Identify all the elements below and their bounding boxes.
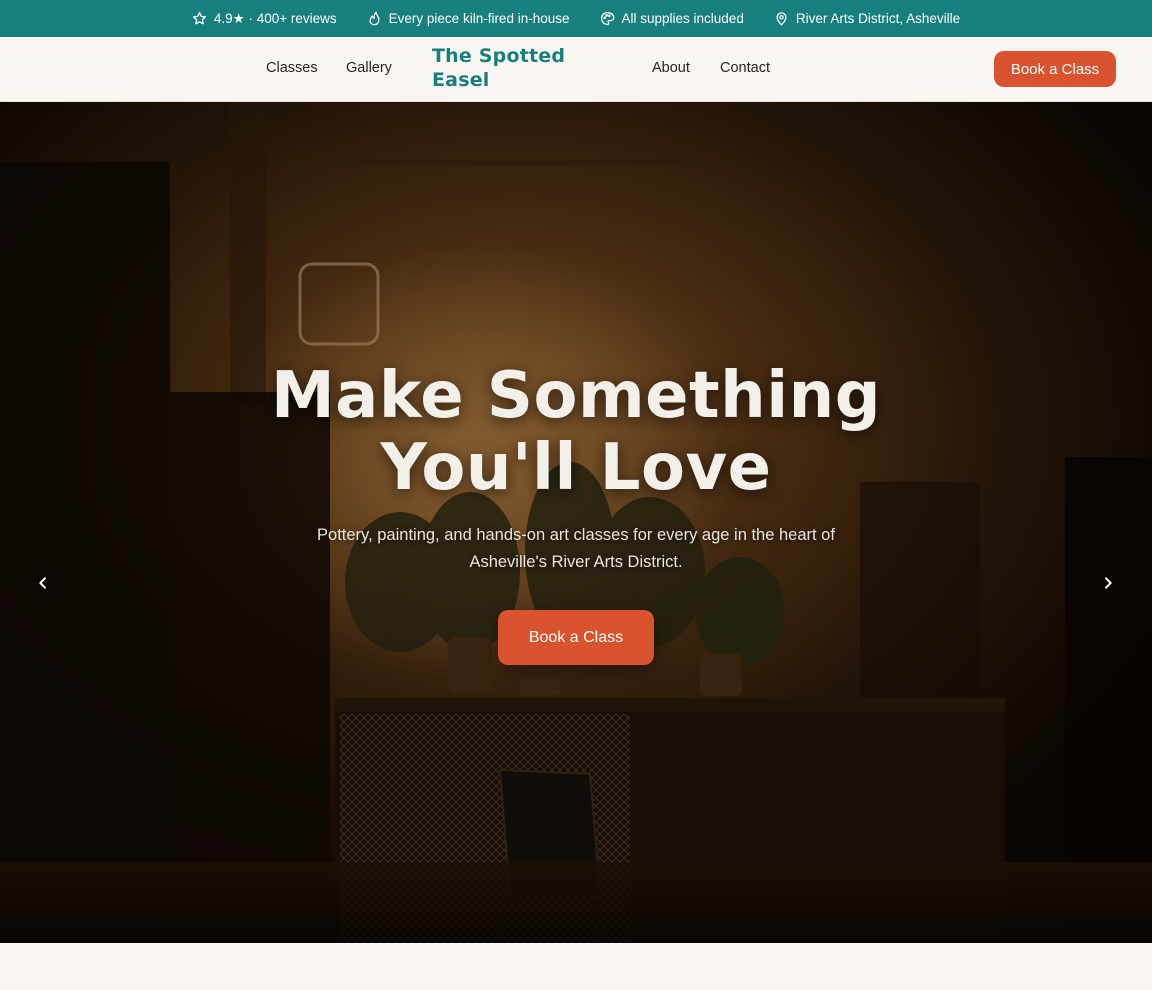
map-pin-icon [774,11,789,26]
location-text: River Arts District, Asheville [795,11,961,26]
palette-icon [600,11,615,26]
book-class-button[interactable]: Book a Class [994,51,1116,87]
supplies-text: All supplies included [621,11,744,26]
hero-carousel: Make Something You'll Love Pottery, pain… [0,102,1152,943]
announcement-bar: 4.9★ · 400+ reviews Every piece kiln-fir… [0,0,1152,37]
hero-subtitle-line-1: Pottery, painting, and hands-on art clas… [317,526,835,544]
kiln-text: Every piece kiln-fired in-house [388,11,570,26]
hero-subtitle-line-2: Asheville's River Arts District. [469,553,683,571]
location-badge: River Arts District, Asheville [774,11,960,26]
carousel-prev-button[interactable] [22,562,64,604]
site-logo[interactable]: The Spotted Easel [432,44,592,92]
logo-line-1: The Spotted [432,45,566,67]
kiln-badge: Every piece kiln-fired in-house [367,11,570,26]
reviews-badge: 4.9★ · 400+ reviews [192,11,337,27]
star-icon [192,11,207,26]
supplies-badge: All supplies included [600,11,744,26]
hero-title-line-2: You'll Love [380,431,772,505]
nav-link-contact[interactable]: Contact [720,60,770,76]
logo-line-2: Easel [432,69,490,91]
carousel-next-button[interactable] [1087,562,1129,604]
nav-link-classes[interactable]: Classes [266,60,318,76]
nav-link-gallery[interactable]: Gallery [346,60,392,76]
next-section [0,943,1152,990]
reviews-text: 4.9★ · 400+ reviews [213,10,337,26]
hero-title-line-1: Make Something [270,359,882,433]
hero-subtitle: Pottery, painting, and hands-on art clas… [286,522,866,576]
nav-link-about[interactable]: About [652,60,690,76]
chevron-left-icon [35,575,51,591]
site-header: Classes Gallery The Spotted Easel About … [0,37,1152,102]
flame-icon [367,11,382,26]
hero-title: Make Something You'll Love [0,360,1152,504]
chevron-right-icon [1100,575,1116,591]
hero-book-class-button[interactable]: Book a Class [498,610,654,665]
